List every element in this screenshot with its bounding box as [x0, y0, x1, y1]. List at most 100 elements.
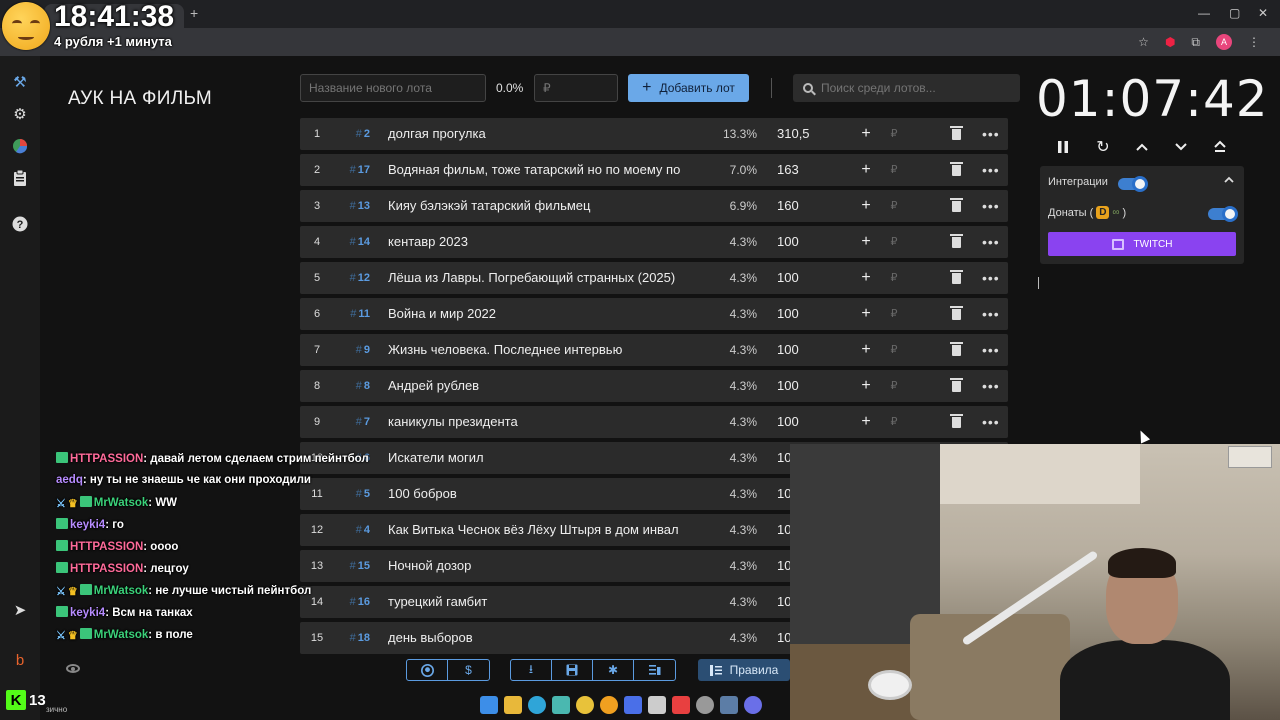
- lot-id[interactable]: #5: [340, 478, 370, 510]
- more-options-icon[interactable]: •••: [982, 406, 999, 438]
- increase-time-icon[interactable]: [1133, 138, 1151, 156]
- steam-icon[interactable]: [720, 696, 738, 714]
- lot-name[interactable]: Жизнь человека. Последнее интервью: [388, 334, 708, 366]
- gear-icon[interactable]: ⚙: [10, 104, 30, 124]
- extensions-puzzle-icon[interactable]: ⧉: [1191, 35, 1200, 50]
- more-options-icon[interactable]: •••: [982, 190, 999, 222]
- chat-username[interactable]: HTTPASSION: [70, 563, 143, 575]
- decrease-time-icon[interactable]: [1172, 138, 1190, 156]
- chat-username[interactable]: HTTPASSION: [70, 541, 143, 553]
- lot-id[interactable]: #8: [340, 370, 370, 402]
- lot-id[interactable]: #12: [340, 262, 370, 294]
- add-amount-icon[interactable]: +: [858, 406, 874, 438]
- new-lot-amount-input[interactable]: [534, 74, 618, 102]
- add-amount-icon[interactable]: +: [858, 190, 874, 222]
- add-amount-icon[interactable]: +: [858, 118, 874, 150]
- delete-lot-icon[interactable]: [950, 154, 964, 186]
- add-lot-button[interactable]: + Добавить лот: [628, 74, 749, 102]
- add-amount-icon[interactable]: +: [858, 262, 874, 294]
- address-bar[interactable]: [0, 28, 1280, 56]
- twitch-button[interactable]: TWITCH: [1048, 232, 1236, 256]
- add-amount-icon[interactable]: +: [858, 370, 874, 402]
- save-icon[interactable]: [552, 660, 593, 680]
- chat-username[interactable]: aedq: [56, 474, 83, 486]
- eye-icon[interactable]: [66, 664, 80, 673]
- chat-username[interactable]: keyki4: [70, 607, 105, 619]
- lot-name[interactable]: Кияу бэлэкэй татарский фильмец: [388, 190, 708, 222]
- paint-app-icon[interactable]: [648, 696, 666, 714]
- lot-name[interactable]: Как Витька Чеснок вёз Лёху Штыря в дом и…: [388, 514, 708, 546]
- ruble-icon[interactable]: ₽: [888, 262, 900, 294]
- chat-username[interactable]: HTTPASSION: [70, 453, 143, 465]
- lot-id[interactable]: #11: [340, 298, 370, 330]
- lot-id[interactable]: #2: [340, 118, 370, 150]
- bookmark-star-icon[interactable]: ☆: [1138, 35, 1149, 49]
- delete-lot-icon[interactable]: [950, 334, 964, 366]
- lot-name[interactable]: Ночной дозор: [388, 550, 708, 582]
- lot-id[interactable]: #18: [340, 622, 370, 654]
- lot-id[interactable]: #4: [340, 514, 370, 546]
- lot-search[interactable]: [793, 74, 1020, 102]
- ruble-icon[interactable]: ₽: [888, 154, 900, 186]
- ruble-icon[interactable]: ₽: [888, 190, 900, 222]
- add-amount-icon[interactable]: +: [858, 154, 874, 186]
- collapse-icon[interactable]: [1211, 138, 1229, 156]
- browser-menu-icon[interactable]: ⋮: [1248, 35, 1260, 49]
- edge-icon[interactable]: [528, 696, 546, 714]
- maximize-icon[interactable]: ▢: [1229, 6, 1240, 20]
- lot-id[interactable]: #17: [340, 154, 370, 186]
- lot-name[interactable]: Андрей рублев: [388, 370, 708, 402]
- delete-lot-icon[interactable]: [950, 190, 964, 222]
- gavel-icon[interactable]: ⚒: [10, 72, 30, 92]
- pause-icon[interactable]: [1054, 138, 1072, 156]
- delete-lot-icon[interactable]: [950, 262, 964, 294]
- boosty-icon[interactable]: b: [10, 650, 30, 670]
- clipboard-icon[interactable]: [10, 168, 30, 188]
- lot-name[interactable]: день выборов: [388, 622, 708, 654]
- stats-app-icon[interactable]: [624, 696, 642, 714]
- lot-search-input[interactable]: [821, 81, 1011, 95]
- chat-username[interactable]: MrWatsok: [94, 497, 149, 509]
- profile-avatar[interactable]: A: [1216, 34, 1232, 50]
- obs-icon[interactable]: [696, 696, 714, 714]
- ruble-icon[interactable]: ₽: [888, 226, 900, 258]
- delete-lot-icon[interactable]: [950, 226, 964, 258]
- lot-id[interactable]: #16: [340, 586, 370, 618]
- add-amount-icon[interactable]: +: [858, 226, 874, 258]
- app-icon[interactable]: [552, 696, 570, 714]
- lot-name[interactable]: долгая прогулка: [388, 118, 708, 150]
- ruble-icon[interactable]: ₽: [888, 118, 900, 150]
- integrations-toggle[interactable]: [1118, 176, 1148, 192]
- bug-icon[interactable]: ✱: [593, 660, 634, 680]
- lot-name[interactable]: 100 бобров: [388, 478, 708, 510]
- lot-name[interactable]: турецкий гамбит: [388, 586, 708, 618]
- add-amount-icon[interactable]: +: [858, 298, 874, 330]
- more-options-icon[interactable]: •••: [982, 334, 999, 366]
- lot-id[interactable]: #7: [340, 406, 370, 438]
- github-icon[interactable]: [407, 660, 448, 680]
- add-amount-icon[interactable]: +: [858, 334, 874, 366]
- more-options-icon[interactable]: •••: [982, 226, 999, 258]
- chrome-icon[interactable]: [576, 696, 594, 714]
- pie-chart-icon[interactable]: [10, 136, 30, 156]
- chevron-up-icon[interactable]: [1224, 175, 1234, 187]
- download-icon[interactable]: ⭳: [511, 660, 552, 680]
- reset-icon[interactable]: ↻: [1094, 138, 1112, 156]
- extension-shield-icon[interactable]: ⬢: [1165, 35, 1175, 49]
- more-options-icon[interactable]: •••: [982, 118, 999, 150]
- ruble-icon[interactable]: ₽: [888, 370, 900, 402]
- chat-username[interactable]: keyki4: [70, 519, 105, 531]
- telegram-icon[interactable]: ➤: [10, 600, 30, 620]
- minimize-icon[interactable]: —: [1198, 6, 1210, 20]
- new-tab-icon[interactable]: +: [190, 5, 198, 21]
- chat-username[interactable]: MrWatsok: [94, 629, 149, 641]
- windows-start-icon[interactable]: [480, 696, 498, 714]
- discord-icon[interactable]: [744, 696, 762, 714]
- lot-name[interactable]: каникулы президента: [388, 406, 708, 438]
- lot-id[interactable]: #14: [340, 226, 370, 258]
- delete-lot-icon[interactable]: [950, 298, 964, 330]
- lot-id[interactable]: #13: [340, 190, 370, 222]
- lot-name[interactable]: Война и мир 2022: [388, 298, 708, 330]
- lot-name[interactable]: Искатели могил: [388, 442, 708, 474]
- delete-lot-icon[interactable]: [950, 370, 964, 402]
